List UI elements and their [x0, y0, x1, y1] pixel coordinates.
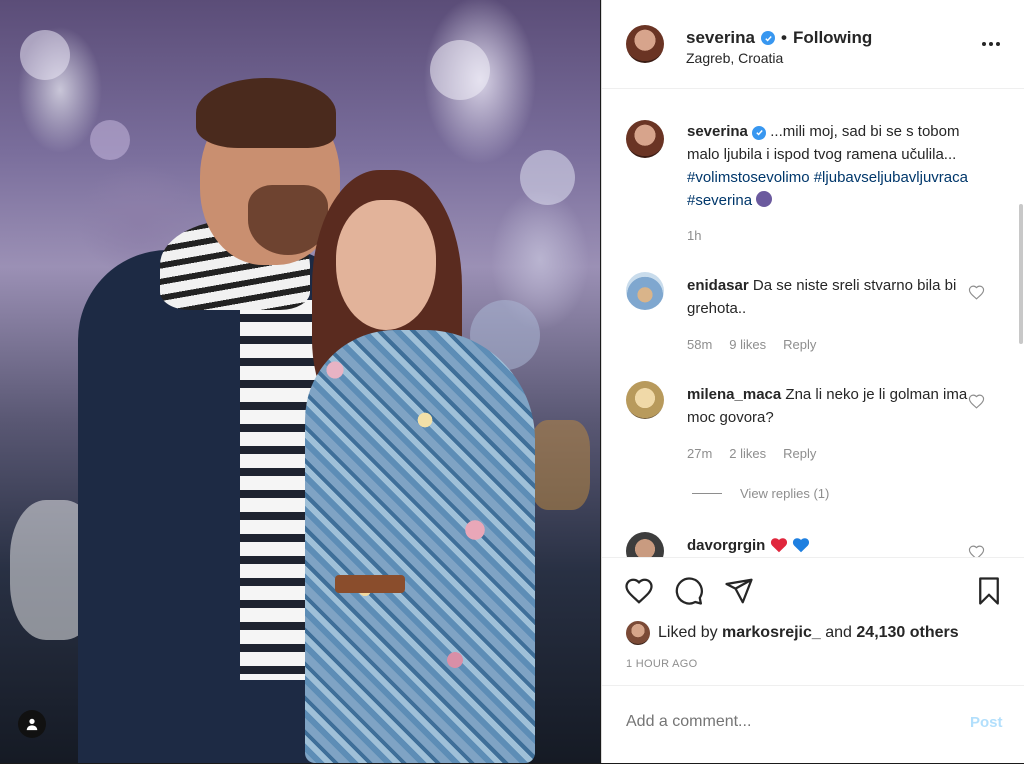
- comment-username[interactable]: milena_maca: [687, 386, 781, 403]
- bokeh-light: [20, 30, 70, 80]
- likes-count[interactable]: 24,130 others: [856, 624, 958, 641]
- liked-by-label: Liked by: [658, 624, 718, 641]
- caption-text: severina ...mili moj, sad bi se s tobom …: [687, 120, 987, 212]
- comment-time[interactable]: 58m: [687, 337, 712, 352]
- comment-time[interactable]: 27m: [687, 446, 712, 461]
- separator-dot: •: [781, 28, 787, 47]
- tagged-users-icon[interactable]: [18, 710, 46, 738]
- divider: [692, 493, 722, 494]
- background-chair: [530, 420, 590, 510]
- bokeh-light: [90, 120, 130, 160]
- reply-button[interactable]: Reply: [783, 337, 816, 352]
- comment-username[interactable]: enidasar: [687, 277, 749, 294]
- avatar[interactable]: [626, 25, 664, 63]
- post-photo[interactable]: [0, 0, 600, 763]
- post-actions: Liked by markosrejic_ and 24,130 others …: [602, 557, 1024, 686]
- comment-meta: 58m 9 likes Reply: [687, 337, 816, 352]
- comment-icon[interactable]: [674, 576, 704, 606]
- comment-meta: 27m 2 likes Reply: [687, 446, 816, 461]
- following-button[interactable]: Following: [793, 28, 872, 48]
- woman-emoji-icon: [756, 191, 773, 207]
- comment-likes[interactable]: 2 likes: [729, 446, 766, 461]
- post-timestamp[interactable]: 1 HOUR AGO: [626, 658, 697, 670]
- bookmark-icon[interactable]: [974, 576, 1004, 606]
- view-replies-label: View replies (1): [740, 486, 830, 501]
- like-comment-heart-icon[interactable]: [968, 393, 985, 410]
- avatar[interactable]: [626, 272, 664, 310]
- header-user-row: severina • Following: [686, 28, 872, 48]
- caption-meta: 1h: [687, 228, 701, 243]
- red-heart-icon: [770, 538, 787, 553]
- comments-list[interactable]: severina ...mili moj, sad bi se s tobom …: [602, 100, 1024, 557]
- hashtag-link[interactable]: #ljubavseljubavljuvraca: [814, 169, 968, 186]
- avatar[interactable]: [626, 532, 664, 557]
- add-comment-bar: Post: [602, 685, 1024, 764]
- comment-text: enidasar Da se niste sreli stvarno bila …: [687, 274, 987, 320]
- avatar[interactable]: [626, 621, 650, 645]
- person-icon: [26, 718, 38, 731]
- woman-belt: [335, 575, 405, 593]
- blue-heart-icon: [792, 538, 809, 553]
- caption-username[interactable]: severina: [687, 123, 748, 140]
- avatar[interactable]: [626, 120, 664, 158]
- man-hair: [196, 78, 336, 148]
- hashtag-link[interactable]: #severina: [687, 192, 752, 209]
- header-username[interactable]: severina: [686, 28, 755, 48]
- verified-badge-icon: [761, 31, 775, 45]
- comment-text: davorgrgin: [687, 534, 987, 557]
- post-button[interactable]: Post: [970, 714, 1003, 731]
- share-icon[interactable]: [724, 576, 754, 606]
- comment-likes[interactable]: 9 likes: [729, 337, 766, 352]
- reply-button[interactable]: Reply: [783, 446, 816, 461]
- avatar[interactable]: [626, 381, 664, 419]
- comment-input[interactable]: [624, 712, 948, 732]
- location-link[interactable]: Zagreb, Croatia: [686, 50, 783, 66]
- liked-by-user[interactable]: markosrejic_: [722, 624, 821, 641]
- view-replies-button[interactable]: View replies (1): [692, 486, 829, 501]
- scrollbar[interactable]: [1019, 204, 1023, 344]
- woman-face: [336, 200, 436, 330]
- comment-username[interactable]: davorgrgin: [687, 537, 765, 554]
- likes-summary: Liked by markosrejic_ and 24,130 others: [626, 621, 959, 645]
- hashtag-link[interactable]: #volimstosevolimo: [687, 169, 810, 186]
- likes-and: and: [825, 624, 852, 641]
- verified-badge-icon: [752, 125, 767, 140]
- like-comment-heart-icon[interactable]: [968, 284, 985, 301]
- bokeh-light: [430, 40, 490, 100]
- woman-dress: [305, 330, 535, 763]
- post-details-panel: severina • Following Zagreb, Croatia sev…: [601, 0, 1024, 763]
- post-header: severina • Following Zagreb, Croatia: [602, 0, 1024, 89]
- like-comment-heart-icon[interactable]: [968, 544, 985, 557]
- bokeh-light: [520, 150, 575, 205]
- more-options-icon[interactable]: [982, 36, 1006, 52]
- caption-time[interactable]: 1h: [687, 228, 701, 243]
- comment-text: milena_maca Zna li neko je li golman ima…: [687, 383, 987, 429]
- like-heart-icon[interactable]: [624, 576, 654, 606]
